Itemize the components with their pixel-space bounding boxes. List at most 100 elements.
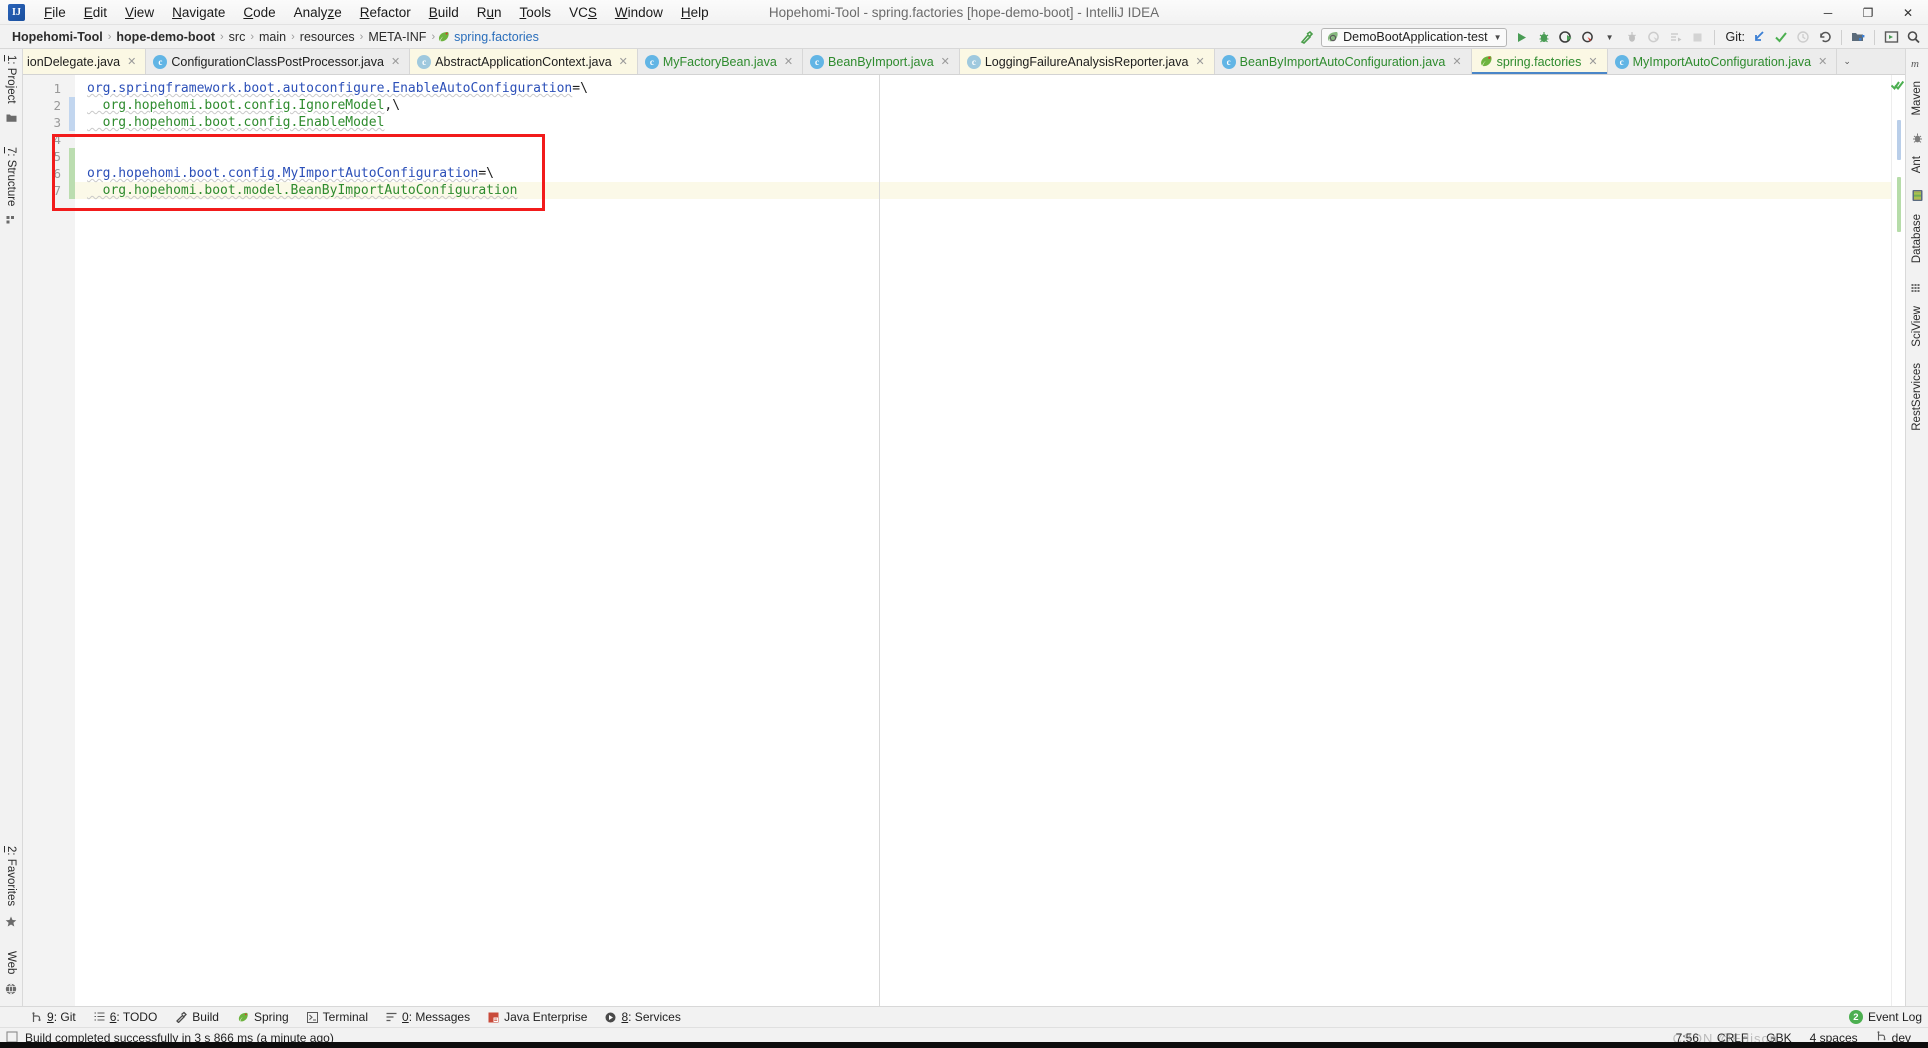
menu-refactor[interactable]: Refactor [351,3,420,22]
editor-tab-label: spring.factories [1496,54,1582,69]
git-revert-icon[interactable] [1814,26,1836,48]
menu-view[interactable]: View [116,3,163,22]
run-configuration-selector[interactable]: DemoBootApplication-test ▼ [1321,27,1507,47]
menu-analyze[interactable]: Analyze [285,3,351,22]
close-icon[interactable]: ✕ [1193,55,1206,68]
select-in-project-icon[interactable] [1847,26,1869,48]
git-commit-icon[interactable] [1770,26,1792,48]
maximize-button[interactable]: ❐ [1848,0,1888,25]
close-icon[interactable]: ✕ [617,55,630,68]
run-tests-icon[interactable] [1665,26,1687,48]
close-icon[interactable]: ✕ [1450,55,1463,68]
code-content[interactable]: org.springframework.boot.autoconfigure.E… [75,75,1891,1006]
editor-right-margin-line [879,75,880,1006]
close-icon[interactable]: ✕ [389,55,402,68]
code-line[interactable]: org.hopehomi.boot.config.IgnoreModel,\ [75,97,1891,114]
menu-build[interactable]: Build [420,3,468,22]
editor-tab-beanbyimport[interactable]: c BeanByImport.java ✕ [803,49,960,74]
close-icon[interactable]: ✕ [782,55,795,68]
git-history-icon[interactable] [1792,26,1814,48]
breadcrumb-item-main[interactable]: main [255,30,290,44]
run-with-coverage-button[interactable] [1555,26,1577,48]
bottom-tool-label: 8: Services [621,1010,681,1024]
services-icon [605,1012,616,1023]
editor-tab-beanbyimportautoconfiguration[interactable]: c BeanByImportAutoConfiguration.java ✕ [1214,49,1472,74]
breadcrumb-item-resources[interactable]: resources [296,30,359,44]
menu-file[interactable]: File [35,3,75,22]
sidebar-item-ant[interactable]: Ant [1908,150,1926,179]
editor-tab-myfactorybean[interactable]: c MyFactoryBean.java ✕ [637,49,804,74]
code-line[interactable]: org.hopehomi.boot.model.BeanByImportAuto… [75,182,1891,199]
menu-code[interactable]: Code [234,3,284,22]
breadcrumb-item-project[interactable]: Hopehomi-Tool [8,30,107,44]
code-editor[interactable]: 1 2 3 4 5 6 7 org.springframework.boot.a… [23,75,1905,1006]
minimize-button[interactable]: ─ [1808,0,1848,25]
sidebar-item-maven[interactable]: Maven [1908,75,1926,122]
bottom-tool-git[interactable]: 9: Git [22,1007,85,1028]
editor-tab-configurationclasspostprocessor[interactable]: c ConfigurationClassPostProcessor.java ✕ [146,49,411,74]
code-line[interactable] [75,131,1891,148]
code-line[interactable]: org.hopehomi.boot.config.EnableModel [75,114,1891,131]
inspection-ok-icon[interactable] [1890,79,1905,94]
breadcrumb-item-src[interactable]: src [225,30,250,44]
coverage-icon[interactable] [1643,26,1665,48]
menu-run[interactable]: Run [468,3,511,22]
close-button[interactable]: ✕ [1888,0,1928,25]
bottom-tool-todo[interactable]: 6: TODO [85,1007,167,1028]
hammer-icon[interactable] [1295,26,1317,48]
bottom-tool-terminal[interactable]: Terminal [298,1007,377,1028]
run-anything-icon[interactable] [1880,26,1902,48]
marker-added[interactable] [1897,177,1901,232]
menu-tools[interactable]: Tools [511,3,561,22]
sidebar-item-favorites[interactable]: 2: Favorites [2,840,20,912]
sidebar-item-web[interactable]: Web [2,945,20,980]
debug-button[interactable] [1533,26,1555,48]
event-log-button[interactable]: 2 Event Log [1848,1010,1922,1024]
editor-marker-bar[interactable] [1890,75,1905,1006]
tab-list-chevron-down-icon[interactable]: ⌄ [1837,49,1857,74]
editor-tab-label: ionDelegate.java [27,54,121,69]
chevron-down-icon[interactable]: ▼ [1494,33,1502,42]
run-button[interactable] [1511,26,1533,48]
marker-modified[interactable] [1897,120,1901,160]
attach-profiler-icon[interactable] [1621,26,1643,48]
sidebar-item-structure[interactable]: 7: Structure [2,141,20,212]
breadcrumb-item-module[interactable]: hope-demo-boot [112,30,219,44]
editor-tab-loggingfailureanalysisreporter[interactable]: c LoggingFailureAnalysisReporter.java ✕ [959,49,1215,74]
bottom-tool-build[interactable]: Build [166,1007,228,1028]
editor-tab-label: MyImportAutoConfiguration.java [1632,54,1812,69]
close-icon[interactable]: ✕ [1816,55,1829,68]
close-icon[interactable]: ✕ [1586,55,1599,68]
bottom-tool-java-enterprise[interactable]: Java Enterprise [479,1007,596,1028]
sidebar-item-project[interactable]: 1: Project [2,49,20,110]
stop-button[interactable] [1687,26,1709,48]
breadcrumb-item-metainf[interactable]: META-INF [364,30,430,44]
toolbar-divider [1874,29,1875,45]
bottom-tool-spring[interactable]: Spring [228,1007,298,1028]
menu-edit[interactable]: Edit [75,3,116,22]
menu-navigate[interactable]: Navigate [163,3,234,22]
code-line[interactable]: org.springframework.boot.autoconfigure.E… [75,80,1891,97]
bottom-tool-services[interactable]: 8: Services [596,1007,689,1028]
git-update-project-icon[interactable] [1748,26,1770,48]
sidebar-item-database[interactable]: Database [1908,208,1926,269]
profile-dropdown-icon[interactable]: ▼ [1599,26,1621,48]
sidebar-item-sciview[interactable]: SciView [1908,300,1926,353]
breadcrumb-item-file[interactable]: spring.factories [450,30,543,44]
close-icon[interactable]: ✕ [939,55,952,68]
profile-button[interactable] [1577,26,1599,48]
menu-vcs[interactable]: VCS [560,3,606,22]
search-everywhere-icon[interactable] [1902,26,1924,48]
editor-tab-myimportautoconfiguration[interactable]: c MyImportAutoConfiguration.java ✕ [1607,49,1838,74]
bottom-tool-messages[interactable]: 0: Messages [377,1007,479,1028]
close-icon[interactable]: ✕ [125,55,138,68]
editor-tab-iondelegate[interactable]: ionDelegate.java ✕ [23,49,147,74]
menu-help[interactable]: Help [672,3,718,22]
sidebar-item-restservices[interactable]: RestServices [1908,357,1926,437]
editor-tab-abstractapplicationcontext[interactable]: c AbstractApplicationContext.java ✕ [410,49,638,74]
code-line[interactable] [75,148,1891,165]
code-line[interactable]: org.hopehomi.boot.config.MyImportAutoCon… [75,165,1891,182]
menu-window[interactable]: Window [606,3,672,22]
tool-window-label: Maven [1911,81,1923,116]
editor-tab-spring-factories[interactable]: spring.factories ✕ [1471,49,1608,74]
